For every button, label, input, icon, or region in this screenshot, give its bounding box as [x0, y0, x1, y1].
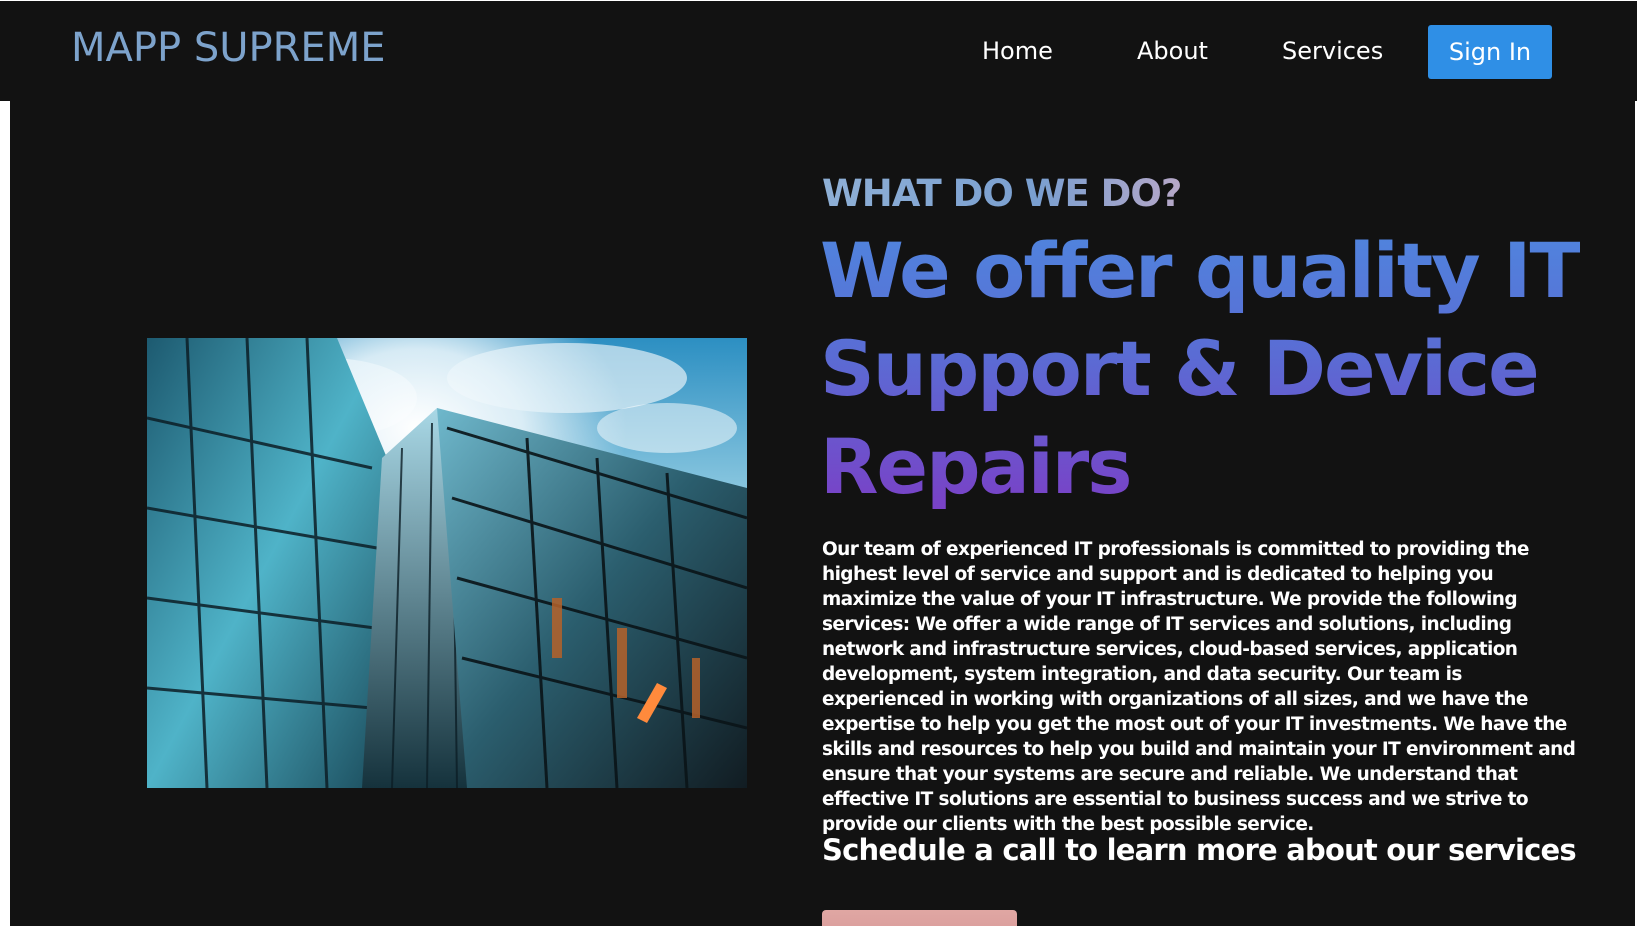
nav-link-about[interactable]: About	[1137, 37, 1208, 65]
nav-link-services[interactable]: Services	[1282, 37, 1383, 65]
nav-link-home[interactable]: Home	[982, 37, 1053, 65]
cta-heading: Schedule a call to learn more about our …	[822, 833, 1577, 867]
section-eyebrow: WHAT DO WE DO?	[822, 172, 1182, 215]
brand-logo[interactable]: MAPP SUPREME	[71, 25, 385, 71]
schedule-call-button[interactable]	[822, 910, 1017, 926]
page: MAPP SUPREME Home About Services Sign In	[0, 0, 1637, 926]
skyscraper-image	[147, 338, 747, 788]
top-navbar: MAPP SUPREME Home About Services Sign In	[0, 1, 1637, 101]
sign-in-button[interactable]: Sign In	[1428, 25, 1552, 79]
hero-photo	[147, 338, 747, 788]
hero-description: Our team of experienced IT professionals…	[822, 539, 1576, 835]
hero-headline: We offer quality IT Support & Device Rep…	[820, 222, 1581, 516]
